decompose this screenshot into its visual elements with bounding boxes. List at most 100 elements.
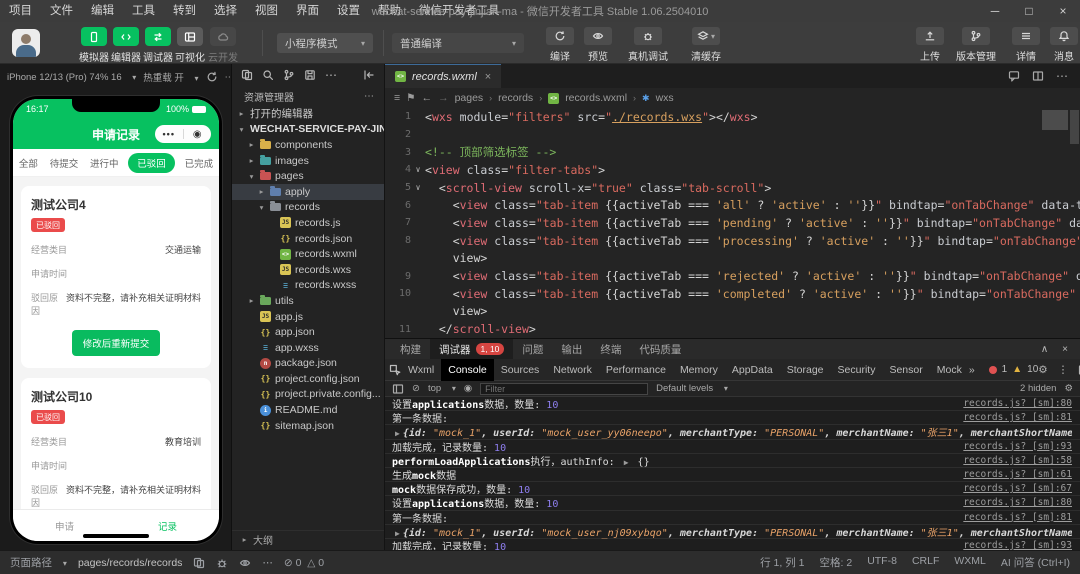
tab-records-wxml[interactable]: <> records.wxml × <box>385 64 502 88</box>
close-panel-icon[interactable]: × <box>1062 344 1068 355</box>
log-levels-select[interactable]: Default levels ▾ <box>656 383 728 394</box>
close-button[interactable]: × <box>1046 0 1080 22</box>
source-link[interactable]: records.js? [sm]:81 <box>963 412 1072 423</box>
devtools-tab-Storage[interactable]: Storage <box>780 359 831 381</box>
breadcrumb-item-records[interactable]: records <box>498 92 533 104</box>
more-dots-icon[interactable]: ••• <box>155 129 183 139</box>
home-target-icon[interactable]: ◉ <box>184 129 212 140</box>
mode-button-模拟器[interactable]: 模拟器 <box>76 27 112 64</box>
tabbar-item-记录[interactable]: 记录 <box>116 519 219 533</box>
filter-tab-全部[interactable]: 全部 <box>17 153 40 173</box>
tree-item-apply[interactable]: ▸ apply <box>232 183 384 200</box>
tree-item-app.json[interactable]: {} app.json <box>232 324 384 340</box>
devtools-tab-Sensor[interactable]: Sensor <box>882 359 929 381</box>
more-icon[interactable]: ⋯ <box>364 91 374 102</box>
bookmark-icon[interactable]: ⚑ <box>406 92 415 104</box>
menu-编辑[interactable]: 编辑 <box>82 0 123 22</box>
status-空格-2[interactable]: 空格: 2 <box>820 555 853 570</box>
source-link[interactable]: records.js? [sm]:67 <box>963 483 1072 494</box>
eye-icon[interactable] <box>239 557 251 569</box>
action-预览[interactable]: 预览 <box>572 27 624 63</box>
resubmit-button[interactable]: 修改后重新提交 <box>71 330 161 356</box>
editor-scrollbar[interactable] <box>1070 110 1079 144</box>
status-UTF-8[interactable]: UTF-8 <box>867 555 897 570</box>
tree-item-WECHAT-SERVICE-PAY-JINJIAN-...[interactable]: ▾ WECHAT-SERVICE-PAY-JINJIAN-... <box>232 122 384 138</box>
source-link[interactable]: records.js? [sm]:80 <box>963 497 1072 508</box>
tree-item-README.md[interactable]: i README.md <box>232 402 384 418</box>
menu-设置[interactable]: 设置 <box>328 0 369 22</box>
copy-icon[interactable] <box>193 557 205 569</box>
menu-文件[interactable]: 文件 <box>41 0 82 22</box>
kebab-menu-icon[interactable]: ⋮ <box>1058 364 1069 376</box>
gutter-menu-icon[interactable]: ≡ <box>394 92 400 104</box>
filter-tab-已驳回[interactable]: 已驳回 <box>128 152 175 173</box>
mode-select[interactable]: 小程序模式 ▾ <box>277 33 373 53</box>
forward-arrow-icon[interactable]: → <box>438 92 449 104</box>
more-icon[interactable]: ⋯ <box>1056 69 1068 83</box>
tree-item-utils[interactable]: ▸ utils <box>232 293 384 309</box>
maximize-button[interactable]: □ <box>1012 0 1046 22</box>
save-icon[interactable] <box>304 69 316 81</box>
status-行-1-列-1[interactable]: 行 1, 列 1 <box>760 555 804 570</box>
fold-chevron-icon[interactable]: ∨ <box>411 183 425 192</box>
menu-项目[interactable]: 项目 <box>0 0 41 22</box>
tree-item-sitemap.json[interactable]: {} sitemap.json <box>232 418 384 434</box>
expand-arrow-icon[interactable]: ▶ <box>624 458 629 467</box>
issue-counters[interactable]: 1 ▲ 10 <box>988 364 1038 375</box>
source-link[interactable]: records.js? [sm]:61 <box>963 469 1072 480</box>
menu-工具[interactable]: 工具 <box>123 0 164 22</box>
tree-item-components[interactable]: ▸ components <box>232 137 384 153</box>
compile-mode-select[interactable]: 普通编译 ▾ <box>392 33 524 53</box>
search-icon[interactable] <box>262 69 274 81</box>
menu-选择[interactable]: 选择 <box>205 0 246 22</box>
status-AI-问答-Ctrl-I-[interactable]: AI 问答 (Ctrl+I) <box>1001 555 1070 570</box>
mode-button-调试器[interactable]: 调试器 <box>140 27 176 64</box>
hot-reload-toggle[interactable]: 热重载 开 ▾ <box>143 70 198 84</box>
bug-icon[interactable] <box>216 557 228 569</box>
tree-item-records.wxss[interactable]: ≡ records.wxss <box>232 278 384 294</box>
back-arrow-icon[interactable]: ← <box>422 92 433 104</box>
problem-counts[interactable]: ⊘ 0 △ 0 <box>284 557 324 569</box>
tree-item-package.json[interactable]: n package.json <box>232 356 384 372</box>
mode-button-可视化[interactable]: 可视化 <box>172 27 208 64</box>
panel-tab-终端[interactable]: 终端 <box>591 339 630 359</box>
refresh-icon[interactable] <box>206 71 218 83</box>
action-清缓存[interactable]: ▾ 清缓存 <box>680 27 732 63</box>
expand-arrow-icon[interactable]: ▶ <box>395 429 400 438</box>
tree-item-images[interactable]: ▸ images <box>232 153 384 169</box>
devtools-tab-Performance[interactable]: Performance <box>599 359 673 381</box>
mode-button-编辑器[interactable]: 编辑器 <box>108 27 144 64</box>
console-filter-input[interactable] <box>480 382 649 395</box>
tree-item-records[interactable]: ▾ records <box>232 200 384 216</box>
capsule-menu[interactable]: ••• ◉ <box>155 125 211 143</box>
more-icon[interactable]: ⋯ <box>325 68 337 82</box>
action-消息[interactable]: 消息 <box>1038 27 1080 63</box>
tree-item-pages[interactable]: ▾ pages <box>232 168 384 184</box>
panel-tab-调试器[interactable]: 调试器 1, 10 <box>430 339 514 359</box>
user-avatar[interactable] <box>12 29 40 57</box>
tree-item-app.js[interactable]: JS app.js <box>232 309 384 325</box>
source-link[interactable]: records.js? [sm]:58 <box>963 455 1072 466</box>
devtools-tab-Network[interactable]: Network <box>546 359 599 381</box>
panel-tab-构建[interactable]: 构建 <box>391 339 430 359</box>
tabbar-item-申请[interactable]: 申请 <box>13 519 116 533</box>
tree-item-打开的编辑器[interactable]: ▸ 打开的编辑器 <box>232 106 384 122</box>
context-select[interactable]: top ▾ <box>428 383 456 394</box>
devtools-tab-Security[interactable]: Security <box>831 359 883 381</box>
action-真机调试[interactable]: 真机调试 <box>622 27 674 63</box>
devtools-tab-Memory[interactable]: Memory <box>673 359 725 381</box>
more-icon[interactable]: ⋯ <box>262 557 273 569</box>
source-link[interactable]: records.js? [sm]:93 <box>963 441 1072 452</box>
filter-tab-待提交[interactable]: 待提交 <box>48 153 81 173</box>
tree-item-project.config.json[interactable]: {} project.config.json <box>232 371 384 387</box>
hidden-messages-label[interactable]: 2 hidden <box>1020 383 1056 394</box>
tree-item-project.private.config...[interactable]: {} project.private.config... <box>232 387 384 403</box>
git-branch-icon[interactable] <box>283 69 295 81</box>
filter-tab-进行中[interactable]: 进行中 <box>88 153 121 173</box>
tree-item-records.json[interactable]: {} records.json <box>232 231 384 247</box>
devtools-tab-AppData[interactable]: AppData <box>725 359 780 381</box>
source-link[interactable]: records.js? [sm]:81 <box>963 512 1072 523</box>
comment-icon[interactable] <box>1008 70 1020 82</box>
device-select[interactable]: iPhone 12/13 (Pro) 74% 16 ▾ <box>7 72 136 83</box>
menu-转到[interactable]: 转到 <box>164 0 205 22</box>
